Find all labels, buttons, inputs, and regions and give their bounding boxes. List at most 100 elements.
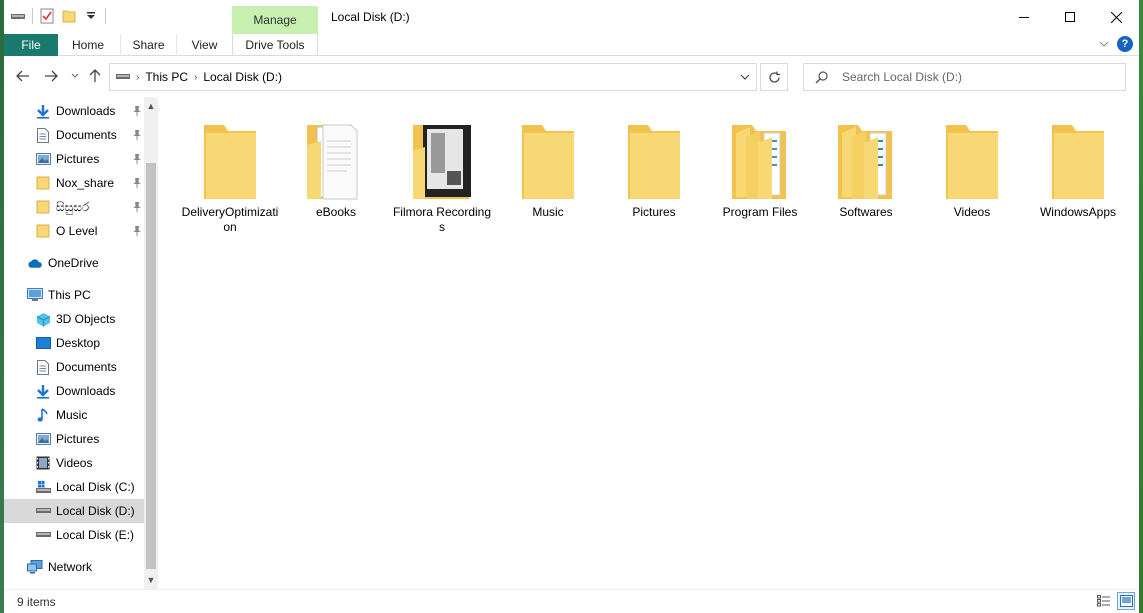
nav-item-quick-pictures[interactable]: Pictures [4, 147, 144, 171]
refresh-icon [768, 71, 780, 83]
drive-icon[interactable] [10, 8, 26, 24]
search-icon [814, 70, 828, 84]
breadcrumb-separator[interactable]: › [136, 72, 139, 83]
window-controls [1001, 0, 1139, 34]
status-bar: 9 items [4, 589, 1139, 613]
pin-icon[interactable] [132, 105, 142, 117]
back-arrow-icon [16, 70, 29, 82]
folder-item-filmora-recordings[interactable]: Filmora Recordings [389, 111, 495, 241]
nav-item-downloads[interactable]: Downloads [4, 379, 144, 403]
folder-documents-icon [304, 111, 368, 201]
help-icon[interactable]: ? [1117, 36, 1133, 52]
maximize-icon [1065, 12, 1075, 22]
nav-item-desktop[interactable]: Desktop [4, 331, 144, 355]
file-explorer-window: Manage Local Disk (D:) File Home Share V… [4, 0, 1139, 613]
pin-icon[interactable] [132, 177, 142, 189]
recent-locations-button[interactable] [66, 67, 84, 85]
window-title: Local Disk (D:) [331, 10, 410, 24]
tab-home[interactable]: Home [58, 34, 118, 56]
folder-item-windowsapps[interactable]: WindowsApps [1025, 111, 1131, 241]
tab-drive-tools[interactable]: Drive Tools [232, 34, 318, 56]
nav-item-pictures[interactable]: Pictures [4, 427, 144, 451]
ribbon-tabs: File Home Share View Drive Tools ? [4, 34, 1139, 56]
drive-c-icon [35, 479, 51, 495]
forward-button[interactable] [42, 67, 60, 85]
folder-item-softwares[interactable]: Softwares [813, 111, 919, 241]
tab-share[interactable]: Share [120, 34, 176, 56]
back-button[interactable] [14, 67, 32, 85]
pin-icon[interactable] [132, 129, 142, 141]
documents-icon [35, 127, 51, 143]
properties-icon[interactable] [39, 8, 55, 24]
pin-icon[interactable] [132, 153, 142, 165]
large-icons-view-icon[interactable] [1117, 592, 1135, 610]
folder-stack-icon [834, 111, 898, 201]
folder-icon [35, 199, 51, 215]
customize-toolbar-icon[interactable] [83, 8, 99, 24]
nav-item-local-disk-d[interactable]: Local Disk (D:) [4, 499, 144, 523]
expand-ribbon-icon[interactable] [1099, 37, 1109, 51]
nav-item-quick-downloads[interactable]: Downloads [4, 99, 144, 123]
item-count: 9 items [17, 595, 56, 609]
folder-item-music[interactable]: Music [495, 111, 601, 241]
address-history-dropdown[interactable] [740, 70, 750, 84]
details-view-icon[interactable] [1095, 592, 1113, 610]
music-icon [35, 407, 51, 423]
navigation-pane: Downloads Documents Pictures Nox_share ස… [4, 97, 158, 589]
folder-icon [35, 175, 51, 191]
nav-item-nox-share[interactable]: Nox_share [4, 171, 144, 195]
nav-item-local-disk-c[interactable]: Local Disk (C:) [4, 475, 144, 499]
drive-icon [35, 503, 51, 519]
search-input[interactable] [842, 70, 1102, 84]
folder-item-program-files[interactable]: Program Files [707, 111, 813, 241]
folder-item-ebooks[interactable]: eBooks [283, 111, 389, 241]
nav-item-local-disk-e[interactable]: Local Disk (E:) [4, 523, 144, 547]
quick-access-toolbar [10, 8, 106, 24]
folder-item-pictures[interactable]: Pictures [601, 111, 707, 241]
breadcrumb-this-pc[interactable]: This PC [145, 70, 188, 84]
nav-item-o-level[interactable]: O Level [4, 219, 144, 243]
nav-item-3d-objects[interactable]: 3D Objects [4, 307, 144, 331]
nav-item-videos[interactable]: Videos [4, 451, 144, 475]
tab-file[interactable]: File [4, 34, 58, 56]
search-box[interactable] [803, 63, 1126, 91]
nav-item-music[interactable]: Music [4, 403, 144, 427]
folder-stack-icon [728, 111, 792, 201]
toolbar-separator [32, 8, 33, 24]
scroll-up-arrow-icon[interactable]: ▲ [144, 99, 158, 113]
nav-item-sisusara[interactable]: සිසුසර [4, 195, 144, 219]
nav-item-quick-documents[interactable]: Documents [4, 123, 144, 147]
nav-item-onedrive[interactable]: OneDrive [4, 251, 144, 275]
scroll-down-arrow-icon[interactable]: ▼ [144, 573, 158, 587]
refresh-button[interactable] [760, 63, 788, 91]
up-button[interactable] [86, 67, 104, 85]
maximize-button[interactable] [1047, 0, 1093, 34]
nav-item-documents[interactable]: Documents [4, 355, 144, 379]
close-icon [1110, 11, 1122, 23]
folder-icon [198, 111, 262, 201]
breadcrumb-separator[interactable]: › [194, 72, 197, 83]
folder-item-deliveryoptimization[interactable]: DeliveryOptimization [177, 111, 283, 241]
address-bar[interactable]: › This PC › Local Disk (D:) [109, 63, 757, 91]
minimize-icon [1019, 17, 1029, 18]
nav-scrollbar[interactable]: ▲ ▼ [144, 97, 158, 589]
folder-icon [35, 223, 51, 239]
ribbon-right-controls: ? [1099, 36, 1133, 52]
new-folder-icon[interactable] [61, 8, 77, 24]
file-list: DeliveryOptimization eBooks Filmora Reco… [164, 97, 1139, 589]
view-switcher [1095, 592, 1135, 610]
chevron-down-icon [71, 73, 79, 78]
tab-view[interactable]: View [176, 34, 232, 56]
breadcrumb-local-disk-d[interactable]: Local Disk (D:) [203, 70, 282, 84]
manage-contextual-tab[interactable]: Manage [232, 6, 318, 34]
scroll-thumb[interactable] [146, 163, 156, 569]
pin-icon[interactable] [132, 201, 142, 213]
pin-icon[interactable] [132, 225, 142, 237]
navigation-bar: › This PC › Local Disk (D:) [4, 57, 1139, 97]
folder-item-videos[interactable]: Videos [919, 111, 1025, 241]
close-button[interactable] [1093, 0, 1139, 34]
nav-item-this-pc[interactable]: This PC [4, 283, 144, 307]
minimize-button[interactable] [1001, 0, 1047, 34]
drive-icon [35, 527, 51, 543]
nav-item-network[interactable]: Network [4, 555, 144, 579]
